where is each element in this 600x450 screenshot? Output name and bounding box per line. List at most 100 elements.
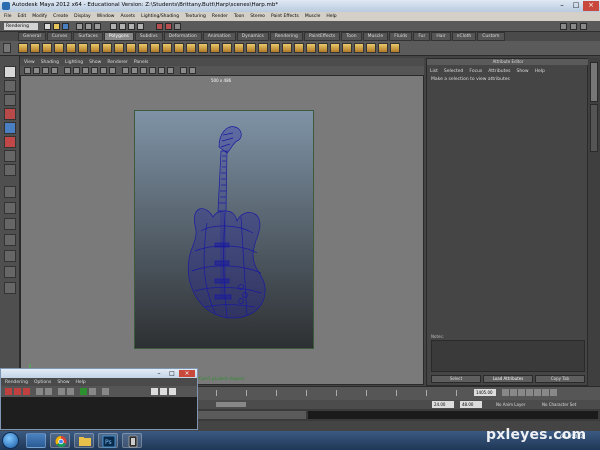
select-hierarchy-icon[interactable] xyxy=(76,23,83,30)
frame-image-icon[interactable] xyxy=(160,388,167,395)
field-chart-icon[interactable] xyxy=(100,67,107,74)
open-scene-icon[interactable] xyxy=(53,23,60,30)
alpha-channel-icon[interactable] xyxy=(67,388,74,395)
tab-general[interactable]: General xyxy=(18,32,46,41)
safe-action-icon[interactable] xyxy=(109,67,116,74)
go-to-end-icon[interactable] xyxy=(550,389,557,396)
float-menu-rendering[interactable]: Rendering xyxy=(5,380,28,385)
outliner-layout-icon[interactable] xyxy=(4,266,16,278)
render-settings-icon[interactable] xyxy=(174,23,181,30)
frame-region-icon[interactable] xyxy=(169,388,176,395)
poly-pipe-icon[interactable] xyxy=(114,43,124,53)
panel-menu-renderer[interactable]: Renderer xyxy=(107,60,128,65)
channel-box-toggle-icon[interactable] xyxy=(560,23,567,30)
tab-surfaces[interactable]: Surfaces xyxy=(73,32,103,41)
menu-window[interactable]: Window xyxy=(97,14,115,19)
tab-toon[interactable]: Toon xyxy=(341,32,362,41)
tab-fur[interactable]: Fur xyxy=(413,32,431,41)
menu-file[interactable]: File xyxy=(4,14,12,19)
insert-edge-loop-icon[interactable] xyxy=(246,43,256,53)
snapshot-icon[interactable] xyxy=(45,388,52,395)
render-view-icon[interactable] xyxy=(5,388,12,395)
command-input[interactable] xyxy=(196,411,306,419)
tab-muscle[interactable]: Muscle xyxy=(362,32,389,41)
merge-vertices-icon[interactable] xyxy=(318,43,328,53)
attribute-editor-toggle-icon[interactable] xyxy=(570,23,577,30)
graph-editor-layout-icon[interactable] xyxy=(4,282,16,294)
boolean-difference-icon[interactable] xyxy=(186,43,196,53)
combine-icon[interactable] xyxy=(126,43,136,53)
step-forward-frame-icon[interactable] xyxy=(542,389,549,396)
float-maximize-icon[interactable]: □ xyxy=(166,370,178,377)
quadrangulate-icon[interactable] xyxy=(366,43,376,53)
camera-attributes-icon[interactable] xyxy=(33,67,40,74)
add-divisions-icon[interactable] xyxy=(270,43,280,53)
notes-field[interactable] xyxy=(431,340,585,372)
resolution-gate-icon[interactable] xyxy=(82,67,89,74)
menu-stereo[interactable]: Stereo xyxy=(250,14,265,19)
textured-icon[interactable] xyxy=(149,67,156,74)
boolean-union-icon[interactable] xyxy=(174,43,184,53)
move-tool-icon[interactable] xyxy=(4,108,16,120)
offset-edge-loop-icon[interactable] xyxy=(258,43,268,53)
split-polygon-icon[interactable] xyxy=(234,43,244,53)
copy-tab-button[interactable]: Copy Tab xyxy=(535,375,585,383)
menu-display[interactable]: Display xyxy=(74,14,91,19)
floating-window-titlebar[interactable]: – □ × xyxy=(1,369,197,378)
single-perspective-layout-icon[interactable] xyxy=(4,186,16,198)
menu-paint-effects[interactable]: Paint Effects xyxy=(271,14,299,19)
tab-deformation[interactable]: Deformation xyxy=(163,32,202,41)
go-to-start-icon[interactable] xyxy=(502,389,509,396)
perspective-viewport[interactable]: 500 x 486 persp1 (renderCam1 pCube4 shap… xyxy=(20,75,424,385)
snap-point-icon[interactable] xyxy=(128,23,135,30)
image-plane-icon[interactable] xyxy=(51,67,58,74)
menu-toon[interactable]: Toon xyxy=(234,14,244,19)
poly-cube-icon[interactable] xyxy=(30,43,40,53)
poly-sphere-icon[interactable] xyxy=(18,43,28,53)
xray-icon[interactable] xyxy=(189,67,196,74)
ipr-render-icon[interactable] xyxy=(165,23,172,30)
poly-pyramid-icon[interactable] xyxy=(102,43,112,53)
last-tool-icon[interactable] xyxy=(4,164,16,176)
maya-taskbar-icon[interactable] xyxy=(122,433,142,448)
float-menu-help[interactable]: Help xyxy=(76,380,86,385)
four-view-layout-icon[interactable] xyxy=(4,202,16,214)
smooth-shade-icon[interactable] xyxy=(131,67,138,74)
tab-dynamics[interactable]: Dynamics xyxy=(236,32,269,41)
smooth-icon[interactable] xyxy=(162,43,172,53)
select-tool-icon[interactable] xyxy=(4,66,16,78)
new-scene-icon[interactable] xyxy=(44,23,51,30)
range-slider[interactable] xyxy=(216,402,246,407)
panel-menu-shading[interactable]: Shading xyxy=(41,60,59,65)
windows-explorer-icon[interactable] xyxy=(74,433,94,448)
panel-menu-lighting[interactable]: Lighting xyxy=(65,60,83,65)
menu-set-dropdown[interactable]: Rendering xyxy=(4,23,38,30)
start-button[interactable] xyxy=(2,432,19,449)
render-icon[interactable] xyxy=(156,23,163,30)
shadows-icon[interactable] xyxy=(167,67,174,74)
menu-texturing[interactable]: Texturing xyxy=(185,14,206,19)
time-slider[interactable]: 1405.00 xyxy=(196,386,600,400)
grid-toggle-icon[interactable] xyxy=(64,67,71,74)
tab-hair[interactable]: Hair xyxy=(431,32,451,41)
tab-attribute-editor[interactable] xyxy=(590,62,598,102)
ipr-icon[interactable] xyxy=(14,388,21,395)
bevel-icon[interactable] xyxy=(306,43,316,53)
persp-graph-layout-icon[interactable] xyxy=(4,234,16,246)
menu-edit[interactable]: Edit xyxy=(18,14,27,19)
attr-menu-help[interactable]: Help xyxy=(535,69,545,74)
internet-explorer-icon[interactable] xyxy=(26,433,46,448)
menu-help[interactable]: Help xyxy=(326,14,336,19)
attr-menu-show[interactable]: Show xyxy=(516,69,528,74)
paint-select-tool-icon[interactable] xyxy=(4,94,16,106)
tool-settings-toggle-icon[interactable] xyxy=(580,23,587,30)
poly-plane-icon[interactable] xyxy=(66,43,76,53)
isolate-select-icon[interactable] xyxy=(180,67,187,74)
persp-outliner-layout-icon[interactable] xyxy=(4,218,16,230)
range-start-field[interactable]: 24.00 xyxy=(432,401,454,408)
bookmark-icon[interactable] xyxy=(42,67,49,74)
float-close-icon[interactable]: × xyxy=(179,370,195,377)
step-back-frame-icon[interactable] xyxy=(518,389,525,396)
scale-tool-icon[interactable] xyxy=(4,136,16,148)
tab-curves[interactable]: Curves xyxy=(46,32,73,41)
